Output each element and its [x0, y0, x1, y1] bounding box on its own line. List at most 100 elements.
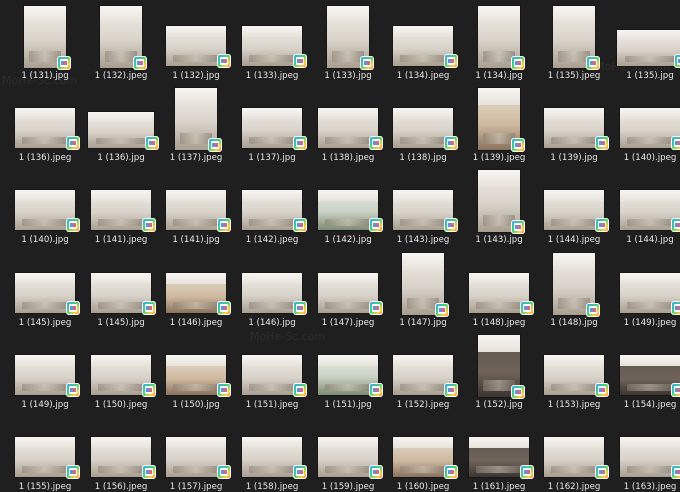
file-item[interactable]: 1 (135).jpeg [537, 2, 611, 81]
file-item[interactable]: 1 (148).jpeg [462, 249, 536, 328]
file-name-label: 1 (146).jpg [248, 318, 296, 328]
file-item[interactable]: 1 (141).jpeg [84, 166, 158, 245]
file-item[interactable]: 1 (146).jpeg [159, 249, 233, 328]
image-file-type-icon [369, 301, 383, 315]
file-item[interactable]: 1 (136).jpeg [8, 84, 82, 163]
file-item[interactable]: 1 (151).jpeg [235, 331, 309, 410]
file-item[interactable]: 1 (149).jpg [8, 331, 82, 410]
file-item[interactable]: 1 (145).jpg [84, 249, 158, 328]
file-item[interactable]: 1 (145).jpeg [8, 249, 82, 328]
file-item[interactable]: 1 (144).jpeg [537, 166, 611, 245]
file-item[interactable]: 1 (139).jpeg [462, 84, 536, 163]
file-item[interactable]: 1 (131).jpg [8, 2, 82, 81]
thumbnail-frame [537, 413, 611, 481]
image-file-type-icon [595, 218, 609, 232]
file-name-label: 1 (139).jpg [550, 153, 598, 163]
file-item[interactable]: 1 (156).jpeg [84, 413, 158, 492]
image-file-type-icon [595, 465, 609, 479]
file-item[interactable]: 1 (138).jpg [386, 84, 460, 163]
file-item[interactable]: 1 (136).jpg [84, 84, 159, 163]
file-name-label: 1 (143).jpg [475, 235, 523, 245]
image-file-type-icon [142, 218, 156, 232]
file-item[interactable]: 1 (132).jpg [159, 2, 233, 81]
file-item[interactable]: 1 (163).jpeg [613, 413, 680, 492]
file-item[interactable]: 1 (162).jpeg [537, 413, 611, 492]
thumbnail-frame [84, 84, 159, 152]
thumbnail-frame [311, 166, 385, 234]
file-item[interactable]: 1 (154).jpeg [613, 331, 680, 410]
file-name-label: 1 (140).jpeg [623, 153, 677, 163]
file-item[interactable]: 1 (155).jpeg [8, 413, 82, 492]
thumbnail-frame [462, 2, 536, 70]
file-item[interactable]: 1 (161).jpeg [462, 413, 536, 492]
file-item[interactable]: 1 (140).jpg [8, 166, 82, 245]
image-file-type-icon [66, 465, 80, 479]
image-file-type-icon [66, 136, 80, 150]
file-name-label: 1 (134).jpeg [396, 71, 450, 81]
file-item[interactable]: 1 (132).jpeg [84, 2, 158, 81]
file-item[interactable]: 1 (159).jpeg [311, 413, 385, 492]
file-thumbnail [617, 30, 680, 66]
thumbnail-frame [159, 249, 233, 317]
file-grid: 1 (131).jpg 1 (132).jpeg 1 (132).jpg 1 (133… [0, 0, 680, 492]
file-name-label: 1 (149).jpg [21, 400, 69, 410]
file-item[interactable]: 1 (133).jpg [311, 2, 385, 81]
thumbnail-frame [235, 166, 309, 234]
file-item[interactable]: 1 (134).jpeg [386, 2, 460, 81]
file-name-label: 1 (151).jpeg [245, 400, 299, 410]
thumbnail-frame [235, 2, 309, 70]
file-name-label: 1 (162).jpeg [547, 482, 601, 492]
file-name-label: 1 (135).jpg [626, 71, 674, 81]
file-item[interactable]: 1 (143).jpeg [386, 166, 460, 245]
image-file-type-icon [671, 383, 680, 397]
file-item[interactable]: 1 (150).jpeg [84, 331, 158, 410]
file-item[interactable]: 1 (157).jpeg [159, 413, 233, 492]
file-item[interactable]: 1 (138).jpeg [311, 84, 385, 163]
file-name-label: 1 (139).jpeg [472, 153, 526, 163]
file-item[interactable]: 1 (148).jpg [537, 249, 611, 328]
file-name-label: 1 (154).jpeg [623, 400, 677, 410]
file-item[interactable]: 1 (134).jpg [462, 2, 536, 81]
thumbnail-frame [84, 413, 158, 481]
file-name-label: 1 (142).jpg [324, 235, 372, 245]
file-item[interactable]: 1 (146).jpg [235, 249, 309, 328]
file-item[interactable]: 1 (153).jpeg [537, 331, 611, 410]
file-item[interactable]: 1 (141).jpg [159, 166, 233, 245]
thumbnail-frame [537, 166, 611, 234]
file-item[interactable]: 1 (144).jpg [613, 166, 680, 245]
file-item[interactable]: 1 (150).jpg [159, 331, 233, 410]
thumbnail-frame [235, 413, 309, 481]
image-file-type-icon [57, 56, 71, 70]
image-file-type-icon [142, 383, 156, 397]
image-file-type-icon [369, 383, 383, 397]
file-item[interactable]: 1 (143).jpg [462, 166, 536, 245]
file-name-label: 1 (156).jpeg [94, 482, 148, 492]
image-file-type-icon [217, 383, 231, 397]
file-name-label: 1 (151).jpg [324, 400, 372, 410]
file-item[interactable]: 1 (140).jpeg [613, 84, 680, 163]
file-item[interactable]: 1 (135).jpg [613, 2, 680, 81]
file-item[interactable]: 1 (137).jpg [235, 84, 309, 163]
image-file-type-icon [671, 136, 680, 150]
image-file-type-icon [444, 218, 458, 232]
file-item[interactable]: 1 (133).jpeg [235, 2, 309, 81]
file-name-label: 1 (149).jpeg [623, 318, 677, 328]
file-item[interactable]: 1 (142).jpeg [235, 166, 309, 245]
thumbnail-frame [8, 2, 82, 70]
file-item[interactable]: 1 (160).jpeg [386, 413, 460, 492]
thumbnail-frame [311, 249, 385, 317]
file-name-label: 1 (159).jpeg [321, 482, 375, 492]
file-name-label: 1 (133).jpg [324, 71, 372, 81]
file-item[interactable]: 1 (149).jpeg [613, 249, 680, 328]
file-item[interactable]: 1 (147).jpg [386, 249, 460, 328]
file-item[interactable]: 1 (142).jpg [311, 166, 385, 245]
file-item[interactable]: 1 (137).jpeg [159, 84, 233, 163]
file-item[interactable]: 1 (152).jpg [462, 331, 536, 410]
image-file-type-icon [444, 465, 458, 479]
image-file-type-icon [293, 136, 307, 150]
file-item[interactable]: 1 (147).jpeg [311, 249, 385, 328]
file-item[interactable]: 1 (139).jpg [537, 84, 611, 163]
file-item[interactable]: 1 (158).jpeg [235, 413, 309, 492]
file-item[interactable]: 1 (152).jpeg [386, 331, 460, 410]
file-item[interactable]: 1 (151).jpg [311, 331, 385, 410]
